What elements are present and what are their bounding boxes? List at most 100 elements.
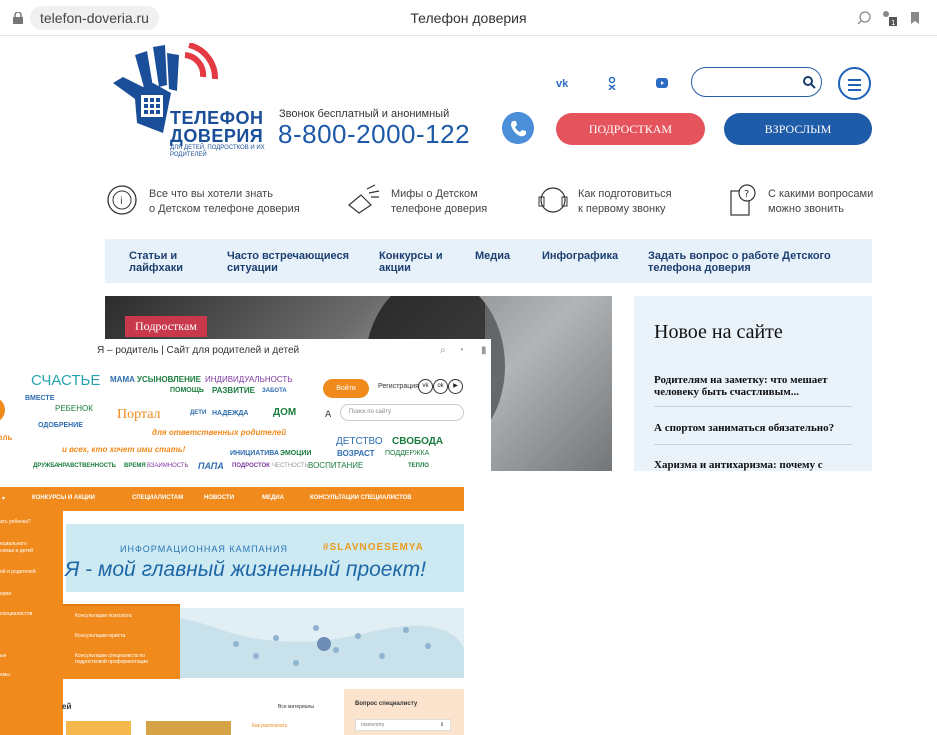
nav-item-contests[interactable]: Конкурсы и акции: [379, 250, 443, 274]
cloud-word: ПОДРОСТОК: [232, 463, 270, 469]
vk-icon[interactable]: vk: [418, 379, 433, 394]
ok-icon[interactable]: [607, 76, 617, 90]
cloud-word: для ответственных родителей: [152, 428, 287, 437]
cloud-word: ТЕПЛО: [408, 463, 429, 469]
overlay-page-title: Я – родитель | Сайт для родителей и дете…: [97, 345, 300, 356]
svg-text:i: i: [120, 196, 123, 207]
sidebar-item[interactable]: ать ребенка?: [0, 519, 63, 525]
cloud-word: НРАВСТВЕННОСТЬ: [58, 463, 116, 469]
svg-text:A: A: [325, 410, 332, 419]
overlay-search-input[interactable]: Поиск по сайту: [340, 404, 464, 421]
cloud-word: ИНДИВИДУАЛЬНОСТЬ: [205, 375, 293, 384]
ov-nav-item[interactable]: МЕДИА: [262, 495, 284, 501]
cloud-word: ВОЗРАСТ: [337, 449, 375, 458]
phone-number[interactable]: 8-800-2000-122: [278, 119, 470, 150]
submenu-item-career[interactable]: Консультации специалиста по подростковой …: [75, 653, 175, 665]
cloud-word: СЧАСТЬЕ: [31, 372, 101, 389]
word-cloud: ель СЧАСТЬЕ МАМА УСЫНОВЛЕНИЕ ИНДИВИДУАЛЬ…: [0, 365, 443, 477]
cloud-word: ПОМОЩЬ: [170, 387, 204, 394]
ov-nav-item[interactable]: СПЕЦИАЛИСТАМ: [132, 495, 183, 501]
nav-item-infographics[interactable]: Инфографика: [542, 250, 618, 262]
sidebar-item[interactable]: семьи и детей: [0, 548, 63, 554]
materials-section: ей Все материалы Как распознать: [62, 689, 336, 735]
tracking-icon[interactable]: 1: [880, 9, 898, 27]
article-thumb[interactable]: [146, 721, 231, 735]
bookmark-icon[interactable]: [906, 9, 924, 27]
nav-item-ask-question[interactable]: Задать вопрос о работе Детского телефона …: [648, 250, 831, 274]
nav-item-media[interactable]: Медиа: [475, 250, 510, 262]
url-field[interactable]: telefon-doveria.ru: [30, 6, 159, 30]
sidebar-item[interactable]: ециального: [0, 541, 63, 547]
cloud-word: РЕБЕНОК: [55, 404, 93, 413]
cloud-word: УСЫНОВЛЕНИЕ: [137, 375, 201, 384]
hero-tag[interactable]: Подросткам: [125, 316, 207, 337]
banner-headline: Я - мой главный жизненный проект!: [65, 558, 426, 581]
phone-call-icon[interactable]: [502, 112, 534, 144]
youtube-icon[interactable]: [656, 78, 668, 88]
overlay-submenu: Консультации психолога Консультации юрис…: [63, 604, 180, 679]
feature-myths-label: Мифы о Детском телефоне доверия: [391, 188, 488, 215]
cloud-word: СВОБОДА: [392, 436, 444, 447]
sidebar-item[interactable]: ые: [0, 653, 63, 659]
overlay-sidebar-menu: ать ребенка? ециального семьи и детей ей…: [0, 509, 63, 735]
all-materials-link[interactable]: Все материалы: [278, 704, 314, 710]
ov-nav-item[interactable]: КОНСУЛЬТАЦИИ СПЕЦИАЛИСТОВ: [310, 495, 412, 501]
feature-questions[interactable]: ? С какими вопросами можно звонить: [727, 183, 877, 219]
lock-icon: [13, 12, 23, 24]
register-link[interactable]: Регистрация: [378, 383, 419, 390]
article-thumb[interactable]: [66, 721, 131, 735]
cloud-word: ЗАБОТА: [262, 388, 287, 394]
logo-subtitle: ДЛЯ ДЕТЕЙ, ПОДРОСТКОВ И ИХ РОДИТЕЛЕЙ: [170, 145, 265, 158]
question-title: Вопрос специалисту: [355, 701, 418, 707]
nav-item-situations[interactable]: Часто встречающиеся ситуации: [227, 250, 349, 274]
login-button[interactable]: Войти: [323, 379, 369, 398]
specialist-select[interactable]: психологу ⇕: [355, 719, 451, 731]
search-icon[interactable]: [802, 75, 816, 89]
cloud-word: ЭМОЦИИ: [280, 450, 312, 457]
cloud-word: ДРУЖБА: [33, 463, 59, 469]
cloud-word: ДОМ: [273, 407, 297, 418]
nav-chevron-icon[interactable]: ▾: [2, 495, 5, 502]
feature-prepare[interactable]: Как подготовиться к первому звонку: [536, 183, 696, 219]
search-icon[interactable]: [855, 9, 873, 27]
main-nav: Статьи и лайфхаки Часто встречающиеся ситу…: [105, 239, 872, 283]
ov-nav-item[interactable]: НОВОСТИ: [204, 495, 234, 501]
ov-nav-item[interactable]: КОНКУРСЫ И АКЦИИ: [32, 495, 95, 501]
accessibility-icon[interactable]: A: [325, 407, 337, 419]
headset-icon: [538, 187, 568, 213]
overlay-nav: ▾ КОНКУРСЫ И АКЦИИ СПЕЦИАЛИСТАМ НОВОСТИ …: [0, 487, 464, 511]
svg-text:1: 1: [891, 19, 895, 27]
cloud-word: ИНИЦИАТИВА: [230, 450, 280, 457]
submenu-item-psychologist[interactable]: Консультации психолога: [75, 613, 175, 619]
svg-text:?: ?: [744, 189, 749, 200]
ok-icon[interactable]: ok: [433, 379, 448, 394]
article-teaser[interactable]: Как распознать: [252, 723, 287, 729]
feature-about[interactable]: i Все что вы хотели знать о Детском телеф…: [105, 183, 305, 219]
youtube-icon[interactable]: ▶: [448, 379, 463, 394]
cloud-word: и всех, кто хочет ими стать!: [62, 445, 186, 454]
submenu-item-lawyer[interactable]: Консультации юриста: [75, 633, 175, 639]
news-item[interactable]: Родителям на заметку: что мешает человеку…: [654, 374, 852, 398]
adults-button[interactable]: ВЗРОСЛЫМ: [724, 113, 872, 145]
select-arrow-icon: ⇕: [440, 722, 445, 728]
menu-button[interactable]: [838, 67, 871, 100]
sidebar-item[interactable]: ерии: [0, 591, 63, 597]
overlay-search-icon: ⌕: [440, 345, 446, 356]
vk-icon[interactable]: vk: [556, 78, 568, 90]
news-divider: [654, 406, 852, 407]
question-panel: Вопрос специалисту психологу ⇕: [344, 689, 464, 735]
cloud-word: МАМА: [110, 375, 135, 384]
cloud-word: ВЗАИМНОСТЬ: [147, 463, 189, 469]
teens-button[interactable]: ПОДРОСТКАМ: [556, 113, 705, 145]
page-title: Телефон доверия: [410, 10, 527, 26]
sidebar-item[interactable]: емы: [0, 672, 63, 678]
partial-logo-icon: [0, 399, 5, 421]
sidebar-item-specialists[interactable]: специалистов: [0, 611, 63, 617]
news-item[interactable]: Харизма и антихаризма: почему с: [654, 459, 852, 471]
cloud-word: НАДЕЖДА: [212, 410, 249, 417]
nav-item-articles[interactable]: Статьи и лайфхаки: [129, 250, 183, 274]
news-item[interactable]: А спортом заниматься обязательно?: [654, 422, 852, 434]
sidebar-item[interactable]: ей и родителей: [0, 569, 63, 575]
feature-myths[interactable]: Мифы о Детском телефоне доверия: [345, 183, 505, 219]
logo-title: ТЕЛЕФОН ДОВЕРИЯ: [170, 108, 264, 146]
